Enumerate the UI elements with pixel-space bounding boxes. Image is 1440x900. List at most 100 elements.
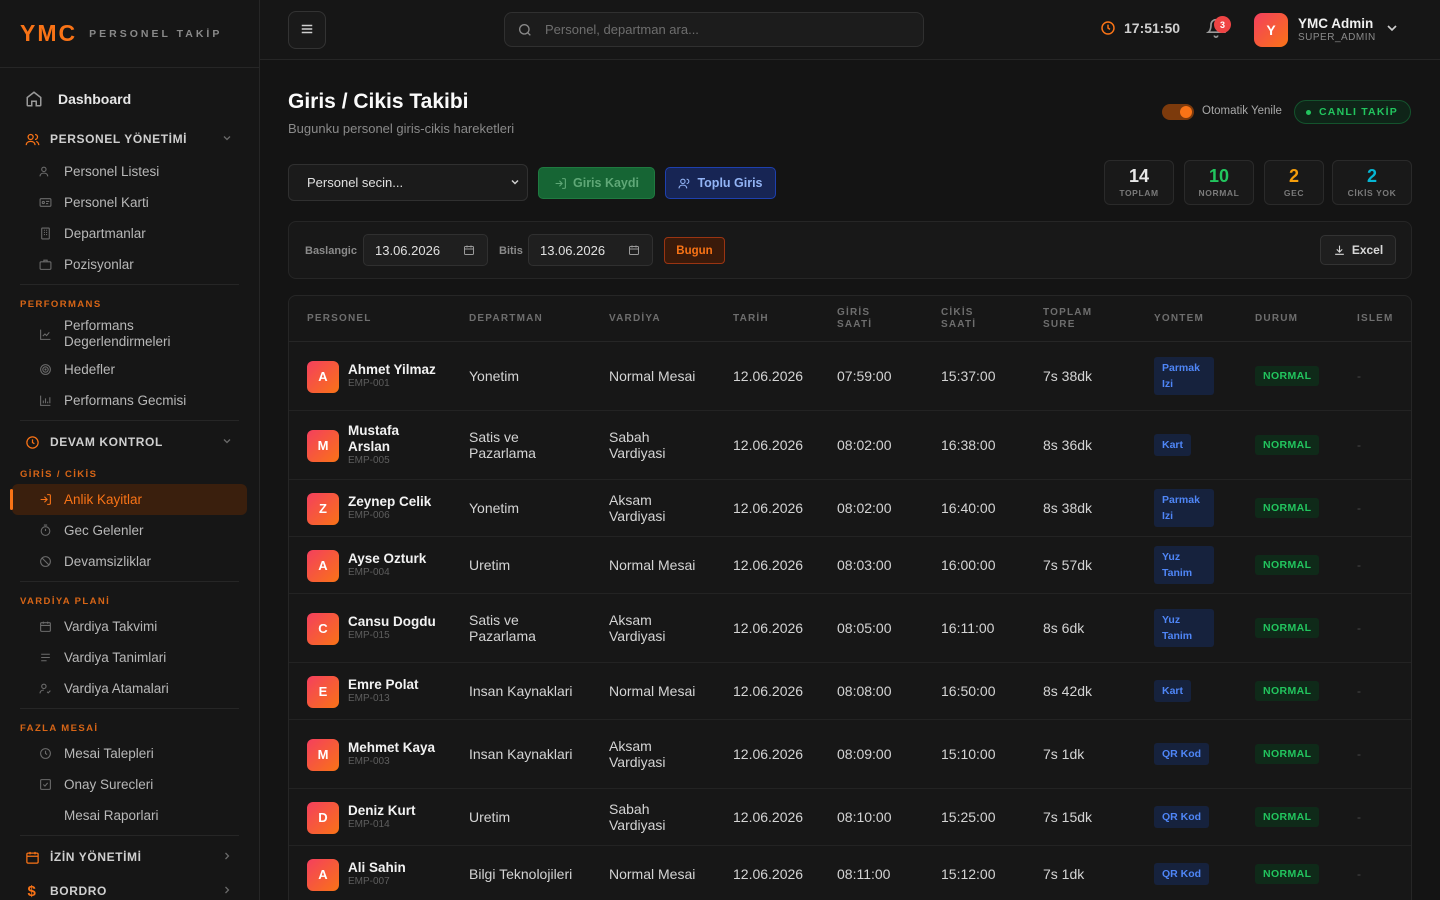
clock-icon <box>24 434 40 450</box>
section-devam-kontrol[interactable]: DEVAM KONTROL <box>12 425 247 459</box>
total-duration-cell: 7s 1dk <box>1043 746 1085 762</box>
method-cell: Parmak Izi <box>1154 480 1214 536</box>
sidebar-item-performans-gecmisi[interactable]: Performans Gecmisi <box>12 385 247 416</box>
timer-icon <box>38 524 52 538</box>
avatar: M <box>307 738 339 771</box>
date-cell: 12.06.2026 <box>733 368 804 384</box>
department-cell: Satis ve Pazarlama <box>469 429 536 461</box>
sidebar-item-personel-listesi[interactable]: Personel Listesi <box>12 156 247 187</box>
avatar[interactable]: Y <box>1254 13 1288 47</box>
sidebar-item-personel-karti[interactable]: Personel Karti <box>12 187 247 218</box>
table-row[interactable]: M Mustafa Arslan EMP-005 Satis ve Pazarlama… <box>289 411 1411 480</box>
personnel-name[interactable]: Mehmet Kaya <box>348 740 435 756</box>
sidebar-item-label: Vardiya Tanimlari <box>64 650 167 665</box>
users-icon <box>678 177 691 190</box>
sidebar-item-vardiya-takvimi[interactable]: Vardiya Takvimi <box>12 611 247 642</box>
department-cell: Insan Kaynaklari <box>469 683 573 699</box>
personnel-select[interactable]: Personel secin... <box>288 164 528 201</box>
sidebar-item-departmanlar[interactable]: Departmanlar <box>12 218 247 249</box>
page-subtitle: Bugunku personel giris-cikis hareketleri <box>288 121 515 136</box>
th-islem: ISLEM <box>1357 313 1394 324</box>
personnel-name[interactable]: Cansu Dogdu <box>348 614 436 630</box>
checkin-button[interactable]: Giris Kaydi <box>538 167 655 199</box>
excel-export-button[interactable]: Excel <box>1320 235 1396 265</box>
table-row[interactable]: A Ayse Ozturk EMP-004 Uretim Normal Mesai 12.… <box>289 537 1411 594</box>
checkout-time-cell: 15:25:00 <box>941 809 996 825</box>
sidebar-item-vardiya-tanimlari[interactable]: Vardiya Tanimlari <box>12 642 247 673</box>
table-row[interactable]: D Deniz Kurt EMP-014 Uretim Sabah Vardiyasi 1… <box>289 789 1411 846</box>
sidebar-item-gec-gelenler[interactable]: Gec Gelenler <box>12 515 247 546</box>
total-duration-cell: 8s 36dk <box>1043 437 1093 453</box>
user-check-icon <box>38 682 52 696</box>
end-date-input[interactable]: 13.06.2026 <box>528 234 653 266</box>
personnel-name[interactable]: Ali Sahin <box>348 860 406 876</box>
building-icon <box>38 227 52 241</box>
checkin-time-cell: 08:03:00 <box>837 557 892 573</box>
start-date-input[interactable]: 13.06.2026 <box>363 234 488 266</box>
section-bordro[interactable]: $ BORDRO <box>12 874 247 900</box>
id-card-icon <box>38 196 52 210</box>
table-row[interactable]: C Cansu Dogdu EMP-015 Satis ve Pazarlama Aks… <box>289 594 1411 663</box>
live-tracking-badge: CANLI TAKİP <box>1294 100 1411 124</box>
chevron-down-icon[interactable] <box>1384 20 1400 39</box>
avatar: A <box>307 360 339 393</box>
sidebar-item-mesai-talepleri[interactable]: Mesai Talepleri <box>12 738 247 769</box>
today-button[interactable]: Bugun <box>664 237 725 264</box>
sidebar-item-performans-degerlendirmeleri[interactable]: Performans Degerlendirmeleri <box>12 314 247 354</box>
personnel-cell: Mustafa Arslan EMP-005 <box>348 411 438 479</box>
user-name[interactable]: YMC Admin <box>1298 16 1373 31</box>
table-row[interactable]: A Ali Sahin EMP-007 Bilgi Teknolojileri Norm… <box>289 846 1411 900</box>
method-badge: Parmak Izi <box>1154 489 1214 527</box>
bulk-checkin-button[interactable]: Toplu Giris <box>665 167 776 199</box>
avatar: Z <box>307 492 339 525</box>
sidebar-item-pozisyonlar[interactable]: Pozisyonlar <box>12 249 247 280</box>
sidebar-item-hedefler[interactable]: Hedefler <box>12 354 247 385</box>
stat-value: 14 <box>1128 166 1150 186</box>
personnel-cell: Ayse Ozturk EMP-004 <box>348 537 438 593</box>
section-izin[interactable]: İZİN YÖNETİMİ <box>12 840 247 874</box>
dollar-icon: $ <box>27 882 37 900</box>
checkout-time-cell: 16:11:00 <box>941 620 995 636</box>
table-row[interactable]: Z Zeynep Celik EMP-006 Yonetim Aksam Vardiya… <box>289 480 1411 537</box>
calendar-icon <box>628 244 640 259</box>
personnel-name[interactable]: Ahmet Yilmaz <box>348 362 436 378</box>
table-row[interactable]: E Emre Polat EMP-013 Insan Kaynaklari Normal… <box>289 663 1411 720</box>
status-cell: NORMAL <box>1255 342 1345 410</box>
status-badge: NORMAL <box>1255 807 1320 827</box>
table-row[interactable]: M Mehmet Kaya EMP-003 Insan Kaynaklari Aksam… <box>289 720 1411 789</box>
sidebar-item-vardiya-atamalari[interactable]: Vardiya Atamalari <box>12 673 247 704</box>
section-personel[interactable]: PERSONEL YÖNETİMİ <box>12 122 247 156</box>
personnel-name[interactable]: Deniz Kurt <box>348 803 416 819</box>
sidebar-item-devamsizliklar[interactable]: Devamsizliklar <box>12 546 247 577</box>
personnel-name[interactable]: Ayse Ozturk <box>348 551 426 567</box>
personnel-name[interactable]: Emre Polat <box>348 677 419 693</box>
shift-cell: Sabah Vardiyasi <box>609 801 666 833</box>
sidebar-item-anlik-kayitlar[interactable]: Anlik Kayitlar <box>10 484 247 515</box>
avatar: D <box>307 801 339 834</box>
auto-refresh-toggle[interactable] <box>1162 104 1194 120</box>
date-cell: 12.06.2026 <box>733 620 804 636</box>
sidebar-item-dashboard[interactable]: Dashboard <box>12 82 247 116</box>
sidebar-item-mesai-raporlari[interactable]: Mesai Raporlari <box>12 800 247 831</box>
table-row[interactable]: A Ahmet Yilmaz EMP-001 Yonetim Normal Mesai 1… <box>289 342 1411 411</box>
search-input[interactable]: Personel, departman ara... <box>504 12 924 47</box>
menu-button[interactable] <box>288 11 326 49</box>
calendar-icon <box>24 849 40 865</box>
personnel-cell: Emre Polat EMP-013 <box>348 663 438 719</box>
status-cell: NORMAL <box>1255 480 1345 536</box>
end-date-value: 13.06.2026 <box>540 242 606 258</box>
brand-subtitle: PERSONEL TAKİP <box>89 27 223 40</box>
main-content: Giris / Cikis Takibi Bugunku personel gi… <box>260 60 1440 900</box>
th-departman: DEPARTMAN <box>469 313 543 324</box>
chevron-down-icon <box>509 176 521 191</box>
checkin-time-cell: 07:59:00 <box>837 368 892 384</box>
personnel-code: EMP-001 <box>348 378 390 389</box>
search-placeholder: Personel, departman ara... <box>545 22 699 37</box>
checkout-time-cell: 15:10:00 <box>941 746 996 762</box>
personnel-cell: Deniz Kurt EMP-014 <box>348 789 438 845</box>
th-toplam: TOPLAM SURE <box>1043 307 1093 330</box>
sidebar-item-onay-surecleri[interactable]: Onay Surecleri <box>12 769 247 800</box>
personnel-name[interactable]: Zeynep Celik <box>348 494 431 510</box>
total-duration-cell: 7s 57dk <box>1043 557 1093 573</box>
personnel-name[interactable]: Mustafa Arslan <box>348 423 438 455</box>
